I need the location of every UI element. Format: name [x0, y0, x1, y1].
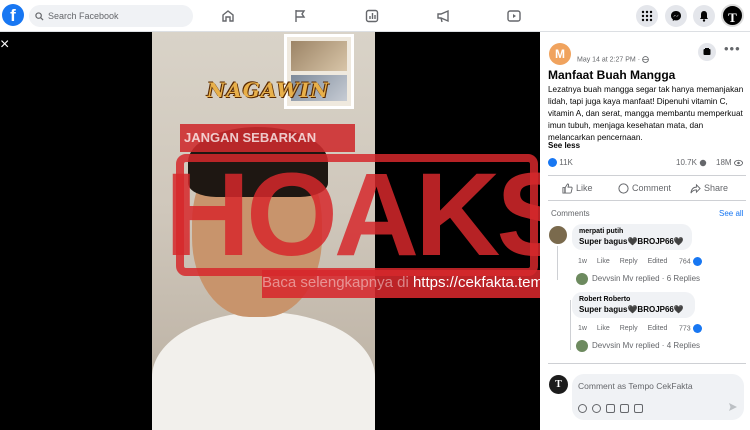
- comment-edited-label: Edited: [647, 325, 668, 332]
- comment-reply-button[interactable]: Reply: [620, 325, 638, 332]
- page-avatar[interactable]: M: [549, 43, 571, 65]
- flag-icon[interactable]: [292, 8, 308, 24]
- comment-reactions[interactable]: 773: [679, 324, 702, 333]
- comment-count-icon: [699, 159, 707, 167]
- comment-like-button[interactable]: Like: [597, 325, 610, 332]
- hoax-stamp: HOAKS: [164, 149, 575, 281]
- post-stats: 11K 10.7K 18M: [548, 156, 746, 170]
- facebook-logo[interactable]: f: [2, 4, 24, 26]
- comment-bubble: merpati putih Super bagus🖤BROJP66🖤: [572, 224, 692, 250]
- commenter-avatar[interactable]: [549, 226, 567, 244]
- comment-bubble: Robert Roberto Super bagus🖤BROJP66🖤: [572, 292, 695, 318]
- bookmark-icon: [703, 48, 711, 55]
- eye-icon: [733, 159, 743, 167]
- comment-icon: [618, 183, 629, 194]
- send-icon[interactable]: [728, 402, 738, 412]
- see-less-link[interactable]: See less: [548, 141, 580, 150]
- composer-avatar[interactable]: T: [549, 375, 568, 394]
- save-post-button[interactable]: [698, 43, 716, 61]
- divider: [548, 363, 746, 364]
- comment-reply-button[interactable]: Reply: [620, 258, 638, 265]
- gif-icon[interactable]: [620, 404, 629, 413]
- search-input[interactable]: Search Facebook: [29, 5, 193, 27]
- comments-header: Comments: [551, 209, 590, 218]
- comment-text: Super bagus🖤BROJP66🖤: [579, 305, 684, 314]
- person-shirt: [152, 312, 375, 430]
- sticker-icon[interactable]: [634, 404, 643, 413]
- replier-avatar: [576, 273, 588, 285]
- close-icon[interactable]: ×: [0, 37, 14, 53]
- comment-button[interactable]: Comment: [618, 181, 671, 195]
- messenger-icon: [671, 11, 681, 21]
- reactions-count[interactable]: 11K: [548, 158, 573, 168]
- like-reaction-icon: [548, 158, 557, 168]
- comment-actions: 1w Like Reply Edited: [578, 258, 675, 265]
- like-reaction-icon: [692, 257, 702, 266]
- like-button[interactable]: Like: [562, 181, 593, 195]
- menu-grid-button[interactable]: [636, 5, 658, 27]
- megaphone-icon[interactable]: [436, 8, 452, 24]
- search-icon: [35, 12, 44, 21]
- top-navigation-bar: f Search Facebook T: [0, 0, 750, 32]
- messenger-button[interactable]: [665, 5, 687, 27]
- thread-line: [570, 300, 571, 350]
- comment-edited-label: Edited: [647, 258, 668, 265]
- menu-grid-icon: [641, 10, 653, 22]
- comment-replies-link[interactable]: Devvsin Mv replied · 4 Replies: [576, 340, 700, 352]
- comment-actions: 1w Like Reply Edited: [578, 325, 675, 332]
- comment-composer[interactable]: Comment as Tempo CekFakta: [572, 374, 744, 420]
- see-all-comments-link[interactable]: See all: [719, 209, 743, 218]
- thread-line: [557, 246, 558, 280]
- comment-replies-link[interactable]: Devvsin Mv replied · 6 Replies: [576, 273, 700, 285]
- post-panel: M May 14 at 2:27 PM · ••• Manfaat Buah M…: [540, 32, 750, 430]
- emoji-icon[interactable]: [592, 404, 601, 413]
- post-body: Lezatnya buah mangga segar tak hanya mem…: [548, 85, 744, 142]
- account-avatar[interactable]: T: [721, 4, 744, 27]
- comments-count[interactable]: 10.7K: [676, 158, 707, 167]
- views-count: 18M: [716, 158, 743, 167]
- video-viewer: × NAGAWIN JANGAN SEBARKAN HOAKS Baca sel…: [0, 32, 580, 430]
- comment-like-button[interactable]: Like: [597, 258, 610, 265]
- post-title: Manfaat Buah Mangga: [548, 68, 676, 82]
- bell-icon: [700, 11, 708, 22]
- post-timestamp: May 14 at 2:27 PM ·: [577, 56, 649, 63]
- comment-author[interactable]: Robert Roberto: [579, 296, 688, 303]
- comment-time[interactable]: 1w: [578, 258, 587, 265]
- divider: [548, 175, 746, 176]
- notifications-button[interactable]: [693, 5, 715, 27]
- nagawin-logo: NAGAWIN: [207, 78, 330, 102]
- stats-icon[interactable]: [364, 8, 380, 24]
- hoax-caption-prefix: Baca selengkapnya di: [262, 274, 409, 291]
- comment-reactions[interactable]: 764: [679, 257, 702, 266]
- globe-icon: [642, 56, 649, 63]
- comment-input[interactable]: Comment as Tempo CekFakta: [578, 381, 693, 391]
- divider: [548, 200, 746, 201]
- camera-icon[interactable]: [606, 404, 615, 413]
- comment-time[interactable]: 1w: [578, 325, 587, 332]
- comment-author[interactable]: merpati putih: [579, 228, 685, 235]
- post-time[interactable]: May 14 at 2:27 PM ·: [577, 56, 642, 63]
- video-icon[interactable]: [506, 8, 522, 24]
- more-options-icon[interactable]: •••: [724, 41, 741, 56]
- home-icon[interactable]: [220, 8, 236, 24]
- share-icon: [690, 183, 701, 194]
- share-button[interactable]: Share: [690, 181, 728, 195]
- avatar-sticker-icon[interactable]: [578, 404, 587, 413]
- thumbs-up-icon: [562, 183, 573, 194]
- like-reaction-icon: [692, 324, 702, 333]
- hoax-caption: Baca selengkapnya di https://cekfakta.te…: [262, 274, 580, 291]
- comment-text: Super bagus🖤BROJP66🖤: [579, 237, 684, 246]
- replier-avatar: [576, 340, 588, 352]
